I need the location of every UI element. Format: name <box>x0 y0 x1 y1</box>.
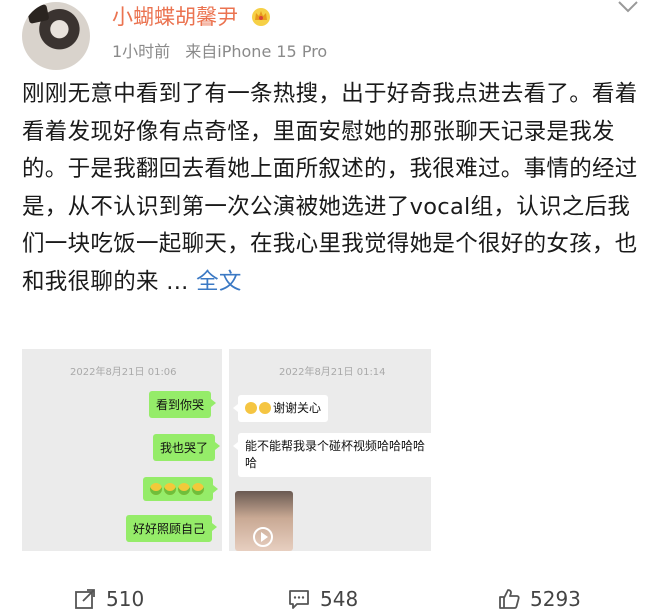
chat-timestamp: 2022年8月21日 01:14 <box>279 367 386 378</box>
crying-emoji-icon <box>259 402 271 414</box>
post-image-1[interactable]: 2022年8月21日 01:06 看到你哭 我也哭了 好好照顾自己 <box>22 349 222 551</box>
chevron-down-icon[interactable] <box>616 0 640 14</box>
video-thumbnail[interactable] <box>235 491 293 551</box>
play-icon[interactable] <box>253 527 273 547</box>
avatar[interactable] <box>22 2 90 70</box>
post-ellipsis: ... <box>158 268 197 295</box>
chat-timestamp: 2022年8月21日 01:06 <box>70 367 177 378</box>
post-source[interactable]: 来自iPhone 15 Pro <box>185 42 327 61</box>
like-button[interactable]: 5293 <box>498 586 581 612</box>
full-text-link[interactable]: 全文 <box>196 269 242 295</box>
chat-message: 好好照顾自己 <box>126 515 218 542</box>
repost-button[interactable]: 510 <box>74 586 144 612</box>
post-meta: 1小时前 来自iPhone 15 Pro <box>112 38 327 62</box>
chat-message: 看到你哭 <box>149 391 217 418</box>
chat-message: 我也哭了 <box>153 434 221 461</box>
username-text[interactable]: 小蝴蝶胡馨尹 <box>112 5 238 29</box>
crying-emoji-icon <box>245 402 257 414</box>
post-body: 刚刚无意中看到了有一条热搜，出于好奇我点进去看了。看着看着发现好像有点奇怪，里面… <box>22 76 642 301</box>
like-count: 5293 <box>530 587 581 611</box>
crown-icon <box>251 8 270 26</box>
like-icon <box>499 589 520 609</box>
frog-emoji-icon <box>164 483 176 495</box>
frog-emoji-icon <box>150 483 162 495</box>
chat-message: 谢谢关心 <box>232 395 329 422</box>
comment-icon <box>289 590 309 609</box>
repost-icon <box>75 589 95 609</box>
frog-emoji-icon <box>178 483 190 495</box>
chat-message-text: 谢谢关心 <box>273 401 322 415</box>
chat-message-emojis <box>143 477 218 501</box>
post-time: 1小时前 <box>112 42 171 61</box>
comment-button[interactable]: 548 <box>288 586 358 612</box>
frog-emoji-icon <box>192 483 204 495</box>
chat-message: 能不能帮我录个碰杯视频哈哈哈哈哈 <box>233 433 431 477</box>
post-text: 刚刚无意中看到了有一条热搜，出于好奇我点进去看了。看着看着发现好像有点奇怪，里面… <box>22 81 638 295</box>
comment-count: 548 <box>320 587 359 611</box>
username[interactable]: 小蝴蝶胡馨尹 <box>112 1 273 31</box>
repost-count: 510 <box>106 587 145 611</box>
